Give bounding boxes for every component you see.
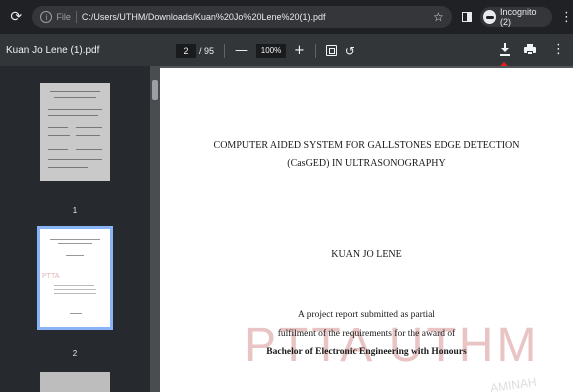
document-line-b: fulfilment of the requirements for the a… bbox=[277, 329, 456, 339]
toolbar-divider bbox=[314, 43, 316, 58]
thumbnail-label: 1 bbox=[72, 206, 78, 215]
pdf-title: Kuan Jo Lene (1).pdf bbox=[6, 44, 100, 56]
scrollbar-thumb[interactable] bbox=[152, 80, 158, 100]
page-controls: / 95 — + ↺ bbox=[176, 43, 355, 58]
zoom-out-button[interactable]: — bbox=[235, 43, 248, 58]
browser-menu-icon[interactable]: ⋮ bbox=[560, 10, 573, 25]
thumbnail-sidebar: 1 PTTA 2 bbox=[0, 66, 150, 392]
info-icon[interactable]: i bbox=[40, 11, 53, 23]
download-icon[interactable] bbox=[500, 43, 510, 57]
document-line-c: Bachelor of Electronic Engineering with … bbox=[266, 347, 467, 357]
document-line-a: A project report submitted as partial bbox=[298, 310, 435, 320]
page-total: / 95 bbox=[199, 45, 215, 56]
document-author: KUAN JO LENE bbox=[331, 249, 402, 260]
url-text[interactable]: C:/Users/UTHM/Downloads/Kuan%20Jo%20Lene… bbox=[82, 12, 429, 22]
document-title-line1: COMPUTER AIDED SYSTEM FOR GALLSTONES EDG… bbox=[213, 140, 520, 151]
document-viewer: PTTA UTHM AMINAH COMPUTER AIDED SYSTEM F… bbox=[160, 66, 573, 392]
watermark-text: PTTA UTHM bbox=[244, 319, 540, 372]
page-number-input[interactable] bbox=[176, 43, 196, 58]
page-thumbnail-1[interactable] bbox=[40, 83, 110, 181]
watermark-small-text: AMINAH bbox=[489, 374, 538, 392]
print-icon[interactable] bbox=[524, 44, 536, 55]
reload-icon[interactable]: ⟳ bbox=[6, 9, 26, 25]
fit-to-page-icon[interactable] bbox=[325, 45, 337, 56]
incognito-button[interactable]: Incognito (2) bbox=[480, 7, 552, 27]
incognito-label: Incognito (2) bbox=[499, 7, 537, 27]
browser-toolbar: ⟳ i File C:/Users/UTHM/Downloads/Kuan%20… bbox=[0, 0, 573, 34]
incognito-icon bbox=[483, 10, 496, 24]
rotate-icon[interactable]: ↺ bbox=[345, 44, 355, 58]
document-title-line2: (CasGED) IN ULTRASONOGRAPHY bbox=[287, 158, 446, 169]
address-bar[interactable]: i File C:/Users/UTHM/Downloads/Kuan%20Jo… bbox=[32, 6, 452, 28]
toolbar-divider bbox=[224, 43, 226, 58]
bookmark-star-icon[interactable]: ☆ bbox=[433, 10, 444, 24]
browser-window: ⟳ i File C:/Users/UTHM/Downloads/Kuan%20… bbox=[0, 0, 573, 392]
zoom-in-button[interactable]: + bbox=[294, 43, 305, 58]
thumbnail-label: 2 bbox=[72, 349, 78, 358]
file-scheme-label: File bbox=[56, 12, 71, 22]
pdf-page: PTTA UTHM AMINAH COMPUTER AIDED SYSTEM F… bbox=[160, 68, 573, 392]
zoom-input[interactable] bbox=[256, 43, 287, 58]
page-thumbnail-3[interactable] bbox=[40, 372, 110, 392]
document-scrollbar[interactable] bbox=[150, 66, 160, 392]
page-thumbnail-2[interactable]: PTTA bbox=[37, 226, 113, 330]
address-separator bbox=[75, 11, 77, 23]
side-panel-icon[interactable] bbox=[461, 12, 473, 22]
more-actions-icon[interactable]: ⋮ bbox=[552, 42, 565, 57]
